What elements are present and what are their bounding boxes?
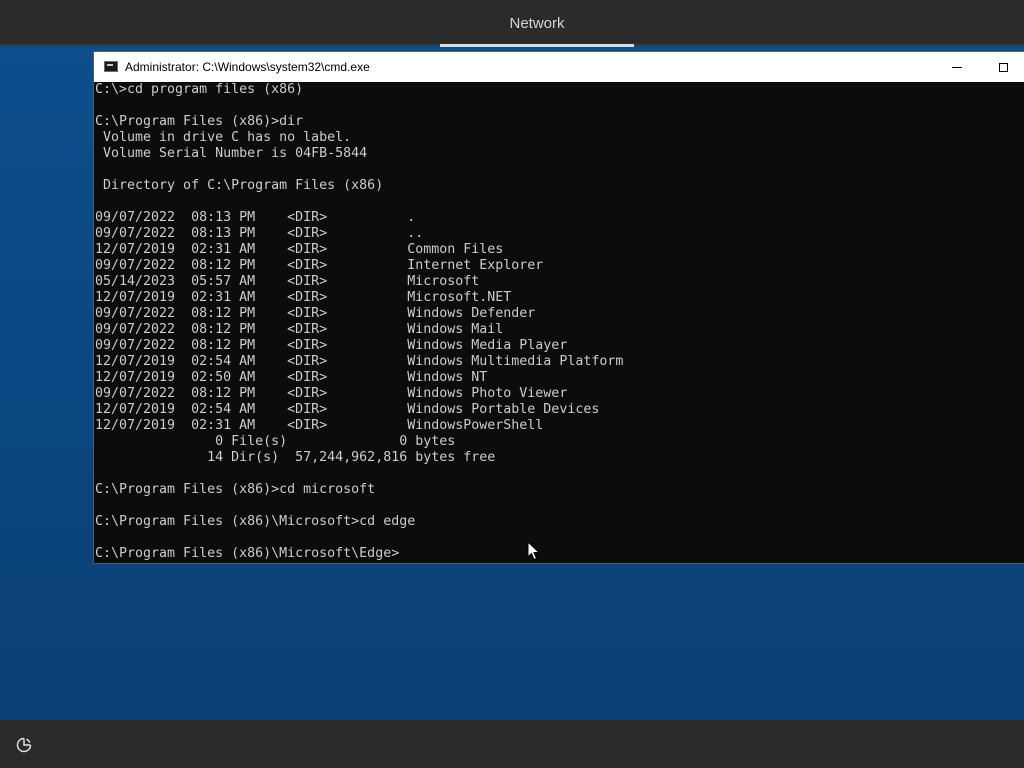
- console-line: 09/07/2022 08:12 PM <DIR> Windows Photo …: [95, 386, 568, 401]
- console-line: Directory of C:\Program Files (x86): [95, 178, 384, 193]
- console-line: 14 Dir(s) 57,244,962,816 bytes free: [95, 450, 496, 465]
- console-line: C:\Program Files (x86)\Microsoft>cd edge: [95, 514, 416, 529]
- console-line: 09/07/2022 08:12 PM <DIR> Windows Mail: [95, 322, 504, 337]
- accessibility-icon: [16, 737, 32, 753]
- console-line: C:\Program Files (x86)>dir: [95, 114, 304, 129]
- console-line: 09/07/2022 08:13 PM <DIR> .: [95, 210, 416, 225]
- console-line: 05/14/2023 05:57 AM <DIR> Microsoft: [95, 274, 480, 289]
- console-output[interactable]: C:\>cd program files (x86) C:\Program Fil…: [94, 82, 1024, 563]
- console-line: 09/07/2022 08:12 PM <DIR> Internet Explo…: [95, 258, 544, 273]
- console-line: 12/07/2019 02:31 AM <DIR> Common Files: [95, 242, 504, 257]
- top-bar: Network: [0, 0, 1024, 47]
- maximize-button[interactable]: [980, 52, 1024, 82]
- console-line: 12/07/2019 02:31 AM <DIR> Microsoft.NET: [95, 290, 512, 305]
- cmd-icon: [104, 61, 118, 72]
- tab-network[interactable]: Network: [440, 0, 634, 46]
- console-line: 0 File(s) 0 bytes: [95, 434, 456, 449]
- console-line: 12/07/2019 02:31 AM <DIR> WindowsPowerSh…: [95, 418, 544, 433]
- minimize-button[interactable]: [934, 52, 980, 82]
- console-line: 09/07/2022 08:12 PM <DIR> Windows Media …: [95, 338, 568, 353]
- console-line: 09/07/2022 08:13 PM <DIR> ..: [95, 226, 424, 241]
- console-line: 12/07/2019 02:50 AM <DIR> Windows NT: [95, 370, 488, 385]
- console-line: 12/07/2019 02:54 AM <DIR> Windows Multim…: [95, 354, 624, 369]
- bottom-bar: [0, 720, 1024, 768]
- cmd-window[interactable]: Administrator: C:\Windows\system32\cmd.e…: [94, 52, 1024, 563]
- console-line: Volume Serial Number is 04FB-5844: [95, 146, 368, 161]
- window-title: Administrator: C:\Windows\system32\cmd.e…: [125, 60, 370, 74]
- console-line: 09/07/2022 08:12 PM <DIR> Windows Defend…: [95, 306, 536, 321]
- console-line: C:\Program Files (x86)>cd microsoft: [95, 482, 376, 497]
- minimize-icon: [952, 66, 962, 68]
- console-line: C:\>cd program files (x86): [95, 82, 304, 97]
- console-line: 12/07/2019 02:54 AM <DIR> Windows Portab…: [95, 402, 600, 417]
- mouse-pointer-icon: [527, 540, 541, 565]
- console-line: Volume in drive C has no label.: [95, 130, 352, 145]
- window-titlebar[interactable]: Administrator: C:\Windows\system32\cmd.e…: [94, 52, 1024, 82]
- accessibility-button[interactable]: [12, 734, 36, 756]
- console-line: C:\Program Files (x86)\Microsoft\Edge>: [95, 546, 400, 561]
- maximize-icon: [998, 62, 1008, 72]
